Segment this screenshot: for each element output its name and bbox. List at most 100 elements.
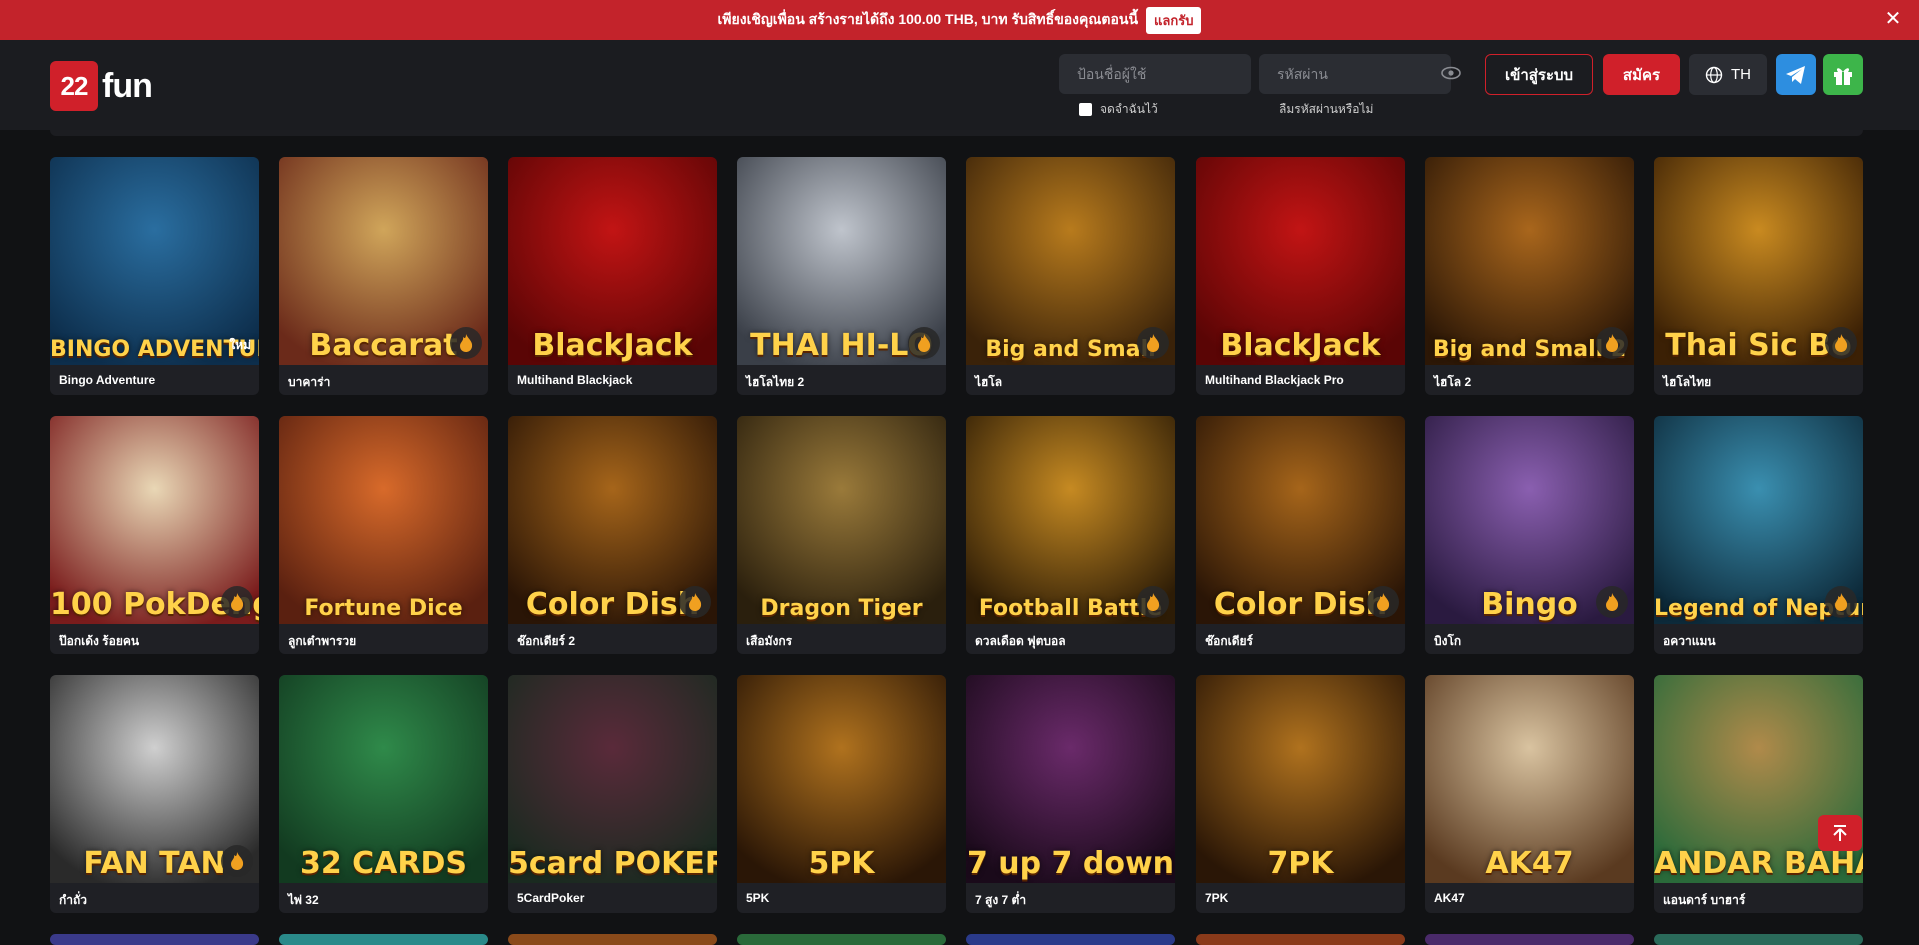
game-card[interactable]: ANDAR BAHAR แอนดาร์ บาฮาร์	[1654, 675, 1863, 913]
game-name: 5CardPoker	[517, 891, 585, 905]
fire-icon	[221, 586, 253, 618]
fire-icon	[1137, 327, 1169, 359]
game-thumbnail: BlackJack	[1196, 157, 1405, 365]
game-thumbnail: Big and Small 2	[1425, 157, 1634, 365]
game-card[interactable]: 32 CARDS ไพ่ 32	[279, 675, 488, 913]
game-card[interactable]: AK47 AK47	[1425, 675, 1634, 913]
game-thumbnail: Color Dish	[1196, 416, 1405, 624]
gift-button[interactable]	[1823, 54, 1863, 95]
game-thumbnail: 100 PokDeng	[50, 416, 259, 624]
password-input[interactable]	[1259, 54, 1451, 94]
game-thumbnail-title: BlackJack	[1220, 328, 1381, 363]
eye-icon[interactable]	[1441, 66, 1461, 80]
game-card[interactable]: Legend of Neptune อควาแมน	[1654, 416, 1863, 654]
game-card[interactable]	[279, 934, 488, 945]
game-thumbnail-title: AK47	[1485, 846, 1574, 881]
fire-icon	[1596, 586, 1628, 618]
game-card[interactable]: BINGO ADVENTUREใหม่ Bingo Adventure	[50, 157, 259, 395]
remember-checkbox[interactable]	[1079, 103, 1092, 116]
fire-icon	[1825, 586, 1857, 618]
game-name: ป๊อกเด้ง ร้อยคน	[59, 634, 140, 648]
game-thumbnail: Thai Sic Bo	[1654, 157, 1863, 365]
game-name: ช๊อกเดียร์	[1205, 634, 1253, 648]
game-name: กำถั่ว	[59, 893, 88, 907]
username-input[interactable]	[1059, 54, 1251, 94]
game-card[interactable]	[966, 934, 1175, 945]
fire-icon	[1137, 586, 1169, 618]
globe-icon	[1705, 66, 1723, 83]
promo-claim-button[interactable]: แลกรับ	[1146, 6, 1202, 34]
game-card[interactable]: 5card POKER 5CardPoker	[508, 675, 717, 913]
game-card[interactable]	[1654, 934, 1863, 945]
remember-me[interactable]: จดจำฉันไว้	[1079, 100, 1158, 119]
fire-icon	[679, 586, 711, 618]
game-name: Bingo Adventure	[59, 373, 156, 387]
game-card[interactable]: 100 PokDeng ป๊อกเด้ง ร้อยคน	[50, 416, 259, 654]
telegram-icon	[1786, 65, 1805, 84]
game-card[interactable]: FAN TAN กำถั่ว	[50, 675, 259, 913]
game-thumbnail: Color Dish	[508, 416, 717, 624]
arrow-up-icon	[1833, 825, 1847, 841]
game-name: 7PK	[1205, 891, 1229, 905]
game-card[interactable]: Color Dish ช๊อกเดียร์	[1196, 416, 1405, 654]
game-card[interactable]: BlackJack Multihand Blackjack Pro	[1196, 157, 1405, 395]
close-icon[interactable]: ✕	[1883, 9, 1903, 29]
game-thumbnail-title: 5PK	[808, 846, 875, 881]
game-thumbnail: AK47	[1425, 675, 1634, 883]
game-card[interactable]	[1425, 934, 1634, 945]
game-name: ช๊อกเดียร์ 2	[517, 634, 575, 648]
game-card[interactable]	[737, 934, 946, 945]
game-card[interactable]: Dragon Tiger เสือมังกร	[737, 416, 946, 654]
game-card[interactable]: 7 up 7 down 7 สูง 7 ต่ำ	[966, 675, 1175, 913]
game-card[interactable]: THAI HI-LO ไฮโลไทย 2	[737, 157, 946, 395]
language-selector[interactable]: TH	[1689, 54, 1767, 95]
back-to-top-button[interactable]	[1818, 815, 1862, 851]
login-button[interactable]: เข้าสู่ระบบ	[1485, 54, 1593, 95]
game-thumbnail-title: Fortune Dice	[304, 596, 463, 621]
game-card[interactable]: 5PK 5PK	[737, 675, 946, 913]
telegram-button[interactable]	[1776, 54, 1816, 95]
fire-icon	[450, 327, 482, 359]
gift-icon	[1834, 67, 1852, 85]
game-thumbnail: Bingo	[1425, 416, 1634, 624]
logo-badge: 22	[50, 61, 98, 111]
fire-icon	[1367, 586, 1399, 618]
game-thumbnail: ANDAR BAHAR	[1654, 675, 1863, 883]
game-thumbnail: 32 CARDS	[279, 675, 488, 883]
game-card[interactable]: Big and Small 2 ไฮโล 2	[1425, 157, 1634, 395]
game-card[interactable]: 7PK 7PK	[1196, 675, 1405, 913]
game-thumbnail-title: 7PK	[1267, 846, 1334, 881]
game-name: ไฮโล 2	[1434, 375, 1472, 389]
game-card[interactable]: Big and Small ไฮโล	[966, 157, 1175, 395]
game-card[interactable]: Fortune Dice ลูกเต๋าพารวย	[279, 416, 488, 654]
forgot-password-link[interactable]: ลืมรหัสผ่านหรือไม่	[1279, 100, 1373, 119]
game-name: ไพ่ 32	[288, 893, 319, 907]
site-logo[interactable]: 22 fun	[50, 61, 153, 111]
game-name: Multihand Blackjack	[517, 373, 633, 387]
game-card[interactable]: Thai Sic Bo ไฮโลไทย	[1654, 157, 1863, 395]
game-name: เสือมังกร	[746, 634, 793, 648]
game-card[interactable]: Football Battle ดวลเดือด ฟุตบอล	[966, 416, 1175, 654]
game-thumbnail: Fortune Dice	[279, 416, 488, 624]
game-thumbnail: 5PK	[737, 675, 946, 883]
fire-icon	[1596, 327, 1628, 359]
game-thumbnail: Baccarat	[279, 157, 488, 365]
game-card[interactable]: BlackJack Multihand Blackjack	[508, 157, 717, 395]
game-thumbnail: BlackJack	[508, 157, 717, 365]
filter-bar-remnant	[50, 130, 1863, 136]
game-name: แอนดาร์ บาฮาร์	[1663, 893, 1746, 907]
game-thumbnail-title: 32 CARDS	[299, 846, 468, 881]
game-thumbnail-title: ANDAR BAHAR	[1654, 846, 1863, 881]
game-card[interactable]	[508, 934, 717, 945]
game-card[interactable]: Bingo บิงโก	[1425, 416, 1634, 654]
register-button[interactable]: สมัคร	[1603, 54, 1680, 95]
game-card[interactable]: Baccarat บาคาร่า	[279, 157, 488, 395]
game-card[interactable]	[50, 934, 259, 945]
game-card[interactable]	[1196, 934, 1405, 945]
game-name: ลูกเต๋าพารวย	[288, 634, 357, 648]
game-thumbnail-title: BlackJack	[532, 328, 693, 363]
game-name: Multihand Blackjack Pro	[1205, 373, 1344, 387]
logo-word: fun	[102, 66, 153, 105]
game-card[interactable]: Color Dish ช๊อกเดียร์ 2	[508, 416, 717, 654]
site-header: 22 fun จดจำฉันไว้ ลืมรหัสผ่านหรือไม่ เข้…	[0, 40, 1919, 130]
